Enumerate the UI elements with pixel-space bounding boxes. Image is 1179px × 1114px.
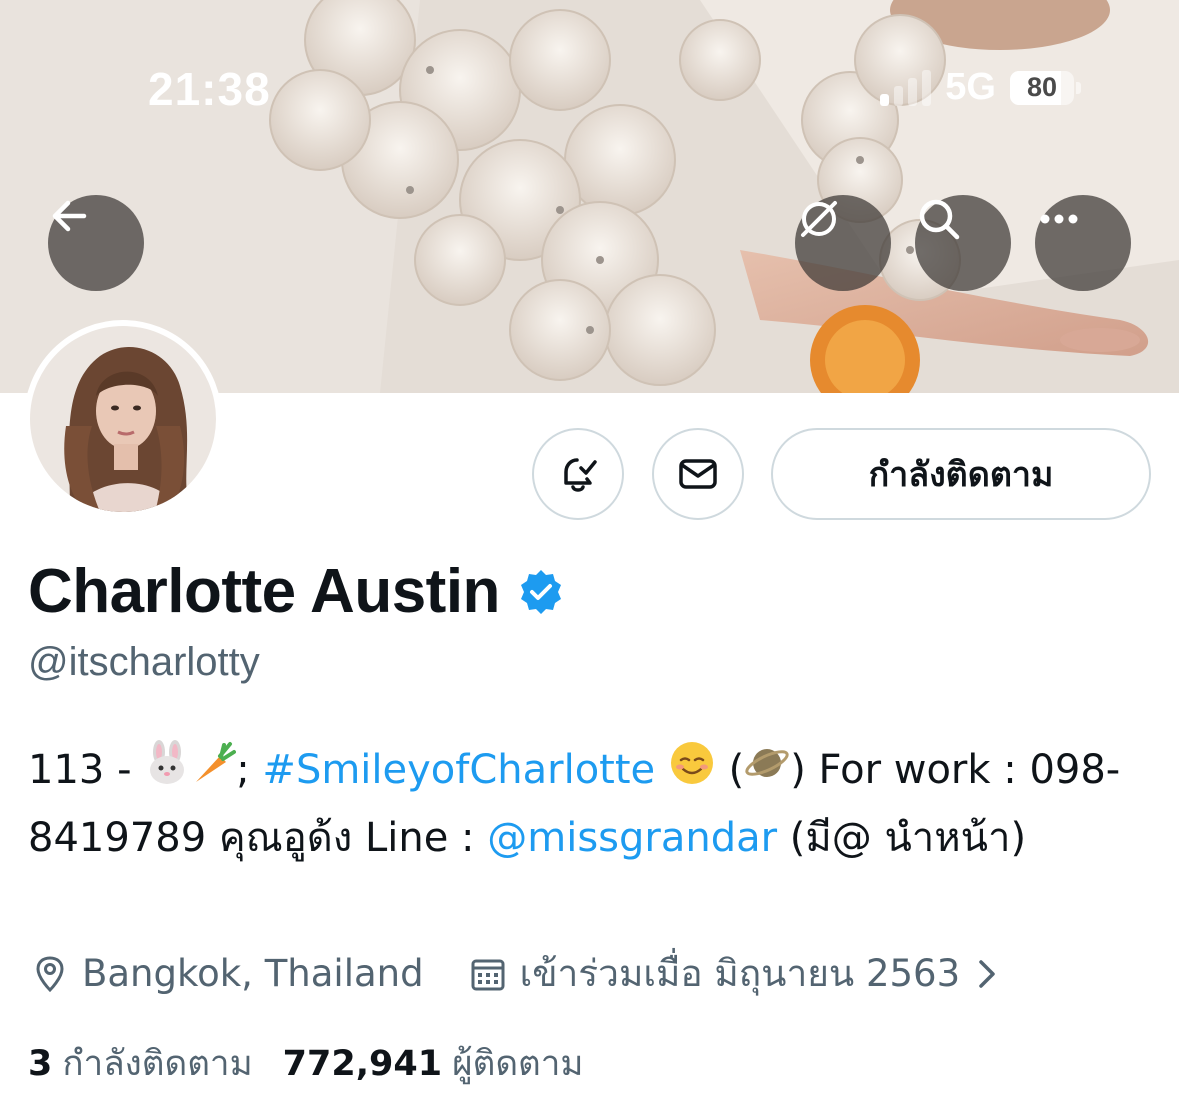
follow-stats: 3 กำลังติดตาม 772,941 ผู้ติดตาม [28,1036,584,1091]
more-button[interactable] [1035,195,1131,291]
user-handle: @itscharlotty [28,640,260,684]
battery-level-text: 80 [1026,71,1058,102]
status-indicators: 5G 80 [880,66,1081,109]
network-type: 5G [945,66,996,108]
profile-avatar[interactable] [24,320,222,518]
avatar-image [30,326,216,512]
bio-hashtag-link[interactable]: #SmileyofCharlotte [262,747,655,793]
profile-name-row: Charlotte Austin [28,556,566,627]
back-button[interactable] [48,195,144,291]
following-count: 3 [28,1044,53,1084]
followers-stat[interactable]: 772,941 ผู้ติดตาม [283,1036,584,1091]
profile-meta-row: Bangkok, Thailand เข้าร่วมเมื่อ มิถุนายน… [30,944,1002,1003]
followers-count: 772,941 [282,1044,443,1084]
location-pin-icon [36,955,64,992]
search-button[interactable] [915,195,1011,291]
arrow-left-icon [52,200,87,232]
cellular-signal-icon [880,69,932,106]
more-horizontal-icon [1040,214,1078,224]
profile-bio: 113 - ; #SmileyofCharlotte () For work :… [28,738,1128,870]
following-button[interactable]: กำลังติดตาม [771,428,1151,520]
following-stat[interactable]: 3 กำลังติดตาม [28,1036,253,1091]
bio-text: ; [236,747,263,793]
following-label: กำลังติดตาม [62,1044,253,1084]
cancel-circle-icon [801,201,837,237]
joined-date-item[interactable]: เข้าร่วมเมื่อ มิถุนายน 2563 [468,944,1003,1003]
joined-date-text: เข้าร่วมเมื่อ มิถุนายน 2563 [519,952,961,995]
carrot-emoji-icon [190,740,237,805]
message-button[interactable] [652,428,744,520]
bio-text: (มี@ นำหน้า) [777,814,1027,861]
calendar-icon [471,959,505,990]
search-icon [919,199,960,240]
profile-banner[interactable]: 21:38 5G 80 [0,0,1179,393]
ringed-planet-emoji-icon [744,740,790,805]
followers-label: ผู้ติดตาม [452,1044,584,1084]
bio-mention-link[interactable]: @missgrandar [487,815,777,861]
battery-icon: 80 [1010,70,1074,105]
bell-check-icon [564,458,597,492]
bio-text: ( [715,747,745,793]
location-item: Bangkok, Thailand [30,952,424,995]
envelope-icon [679,459,717,489]
notifications-button[interactable] [532,428,624,520]
rabbit-face-emoji-icon [144,739,190,805]
smiling-face-emoji-icon [668,739,716,806]
banner-image [0,0,1179,393]
location-text: Bangkok, Thailand [82,952,424,995]
bio-text [655,747,668,793]
bio-text: 113 - [28,747,145,793]
verified-badge-icon[interactable] [516,567,566,617]
unsubscribe-button[interactable] [795,195,891,291]
status-time: 21:38 [148,63,271,115]
chevron-right-icon [979,959,995,988]
display-name: Charlotte Austin [28,557,500,626]
